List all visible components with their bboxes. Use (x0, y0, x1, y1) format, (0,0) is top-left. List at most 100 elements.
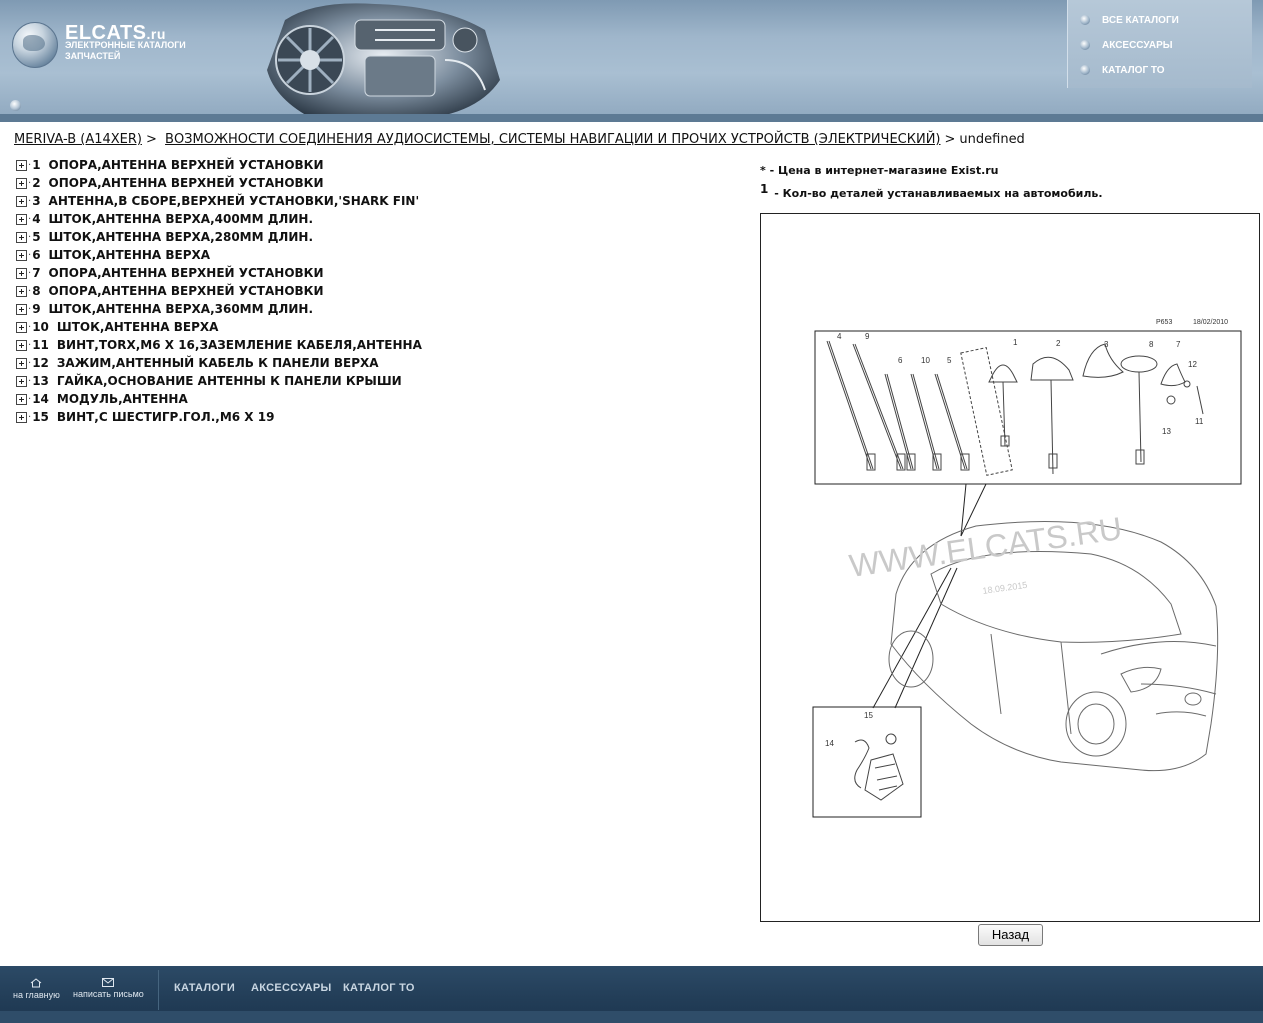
diagram-drawing: P653 18/02/2010 4 9 6 10 5 1 2 3 8 7 12 … (812, 319, 1242, 818)
part-row[interactable]: · 13 ГАЙКА,ОСНОВАНИЕ АНТЕННЫ К ПАНЕЛИ КРЫШ… (16, 372, 422, 390)
part-number: 8 (32, 284, 41, 298)
expand-icon[interactable] (16, 303, 27, 315)
price-note: * - Цена в интернет-магазине Exist.ru (760, 164, 999, 177)
tree-connector: · (28, 375, 32, 387)
part-name: АНТЕННА,В СБОРЕ,ВЕРХНЕЙ УСТАНОВКИ,'SHARK… (48, 194, 420, 208)
callout-14: 14 (825, 739, 834, 748)
part-row[interactable]: · 15 ВИНТ,С ШЕСТИГР.ГОЛ.,М6 Х 19 (16, 408, 422, 426)
part-row[interactable]: · 10 ШТОК,АНТЕННА ВЕРХА (16, 318, 422, 336)
callout-4: 4 (837, 332, 842, 341)
expand-icon[interactable] (16, 393, 27, 405)
quantity-note-mark: 1 (760, 182, 769, 196)
expand-icon[interactable] (16, 195, 27, 207)
quantity-note-text: - Кол-во деталей устанавливаемых на авто… (770, 187, 1103, 200)
callout-10: 10 (921, 356, 930, 365)
part-number: 12 (32, 356, 49, 370)
callout-15: 15 (864, 711, 873, 720)
part-number: 11 (32, 338, 49, 352)
quantity-note: 1 - Кол-во деталей устанавливаемых на ав… (760, 182, 1103, 200)
tree-connector: · (28, 231, 32, 243)
header-band (0, 114, 1263, 122)
top-menu-label: ВСЕ КАТАЛОГИ (1102, 14, 1179, 26)
envelope-icon (102, 978, 115, 987)
tree-connector: · (28, 195, 32, 207)
callout-9: 9 (865, 332, 870, 341)
callout-5: 5 (947, 356, 952, 365)
part-name: ОПОРА,АНТЕННА ВЕРХНЕЙ УСТАНОВКИ (48, 284, 324, 298)
part-row[interactable]: · 2 ОПОРА,АНТЕННА ВЕРХНЕЙ УСТАНОВКИ (16, 174, 422, 192)
part-number: 15 (32, 410, 49, 424)
expand-icon[interactable] (16, 339, 27, 351)
diagram-code: P653 (1156, 319, 1172, 326)
bullet-icon (1080, 40, 1090, 50)
part-name: ВИНТ,TORX,М6 Х 16,ЗАЗЕМЛЕНИЕ КАБЕЛЯ,АНТЕ… (56, 338, 422, 352)
part-row[interactable]: · 8 ОПОРА,АНТЕННА ВЕРХНЕЙ УСТАНОВКИ (16, 282, 422, 300)
diagram-watermark-date: 18.09.2015 (982, 580, 1028, 596)
part-name: ВИНТ,С ШЕСТИГР.ГОЛ.,М6 Х 19 (56, 410, 275, 424)
callout-6: 6 (898, 356, 903, 365)
footer-nav-service-catalog[interactable]: КАТАЛОГ ТО (343, 982, 415, 994)
breadcrumb-group-link[interactable]: ВОЗМОЖНОСТИ СОЕДИНЕНИЯ АУДИОСИСТЕМЫ, СИС… (165, 132, 940, 147)
part-number: 9 (32, 302, 41, 316)
footer-nav-accessories[interactable]: АКСЕССУАРЫ (251, 982, 332, 994)
breadcrumb-model-link[interactable]: MERIVA-B (A14XER) (14, 132, 142, 147)
part-name: ЗАЖИМ,АНТЕННЫЙ КАБЕЛЬ К ПАНЕЛИ ВЕРХА (56, 356, 379, 370)
expand-icon[interactable] (16, 375, 27, 387)
diagram-date: 18/02/2010 (1193, 319, 1228, 326)
parts-list: · 1 ОПОРА,АНТЕННА ВЕРХНЕЙ УСТАНОВКИ · 2 ОПОРА… (16, 156, 422, 426)
expand-icon[interactable] (16, 249, 27, 261)
top-menu-service-catalog[interactable]: КАТАЛОГ ТО (1080, 62, 1165, 78)
footer-nav-catalogs[interactable]: КАТАЛОГИ (174, 982, 235, 994)
home-bullet-icon[interactable] (10, 100, 21, 111)
footer-mail-label: написать письмо (73, 989, 144, 999)
part-row[interactable]: · 14 МОДУЛЬ,АНТЕННА (16, 390, 422, 408)
tree-connector: · (28, 357, 32, 369)
part-row[interactable]: · 11 ВИНТ,TORX,М6 Х 16,ЗАЗЕМЛЕНИЕ КАБЕЛЯ,А… (16, 336, 422, 354)
callout-11: 11 (1195, 417, 1204, 426)
tree-connector: · (28, 339, 32, 351)
footer-home-link[interactable]: на главную (13, 978, 60, 1000)
part-row[interactable]: · 9 ШТОК,АНТЕННА ВЕРХА,360ММ ДЛИН. (16, 300, 422, 318)
part-number: 10 (32, 320, 49, 334)
part-number: 14 (32, 392, 49, 406)
part-row[interactable]: · 5 ШТОК,АНТЕННА ВЕРХА,280ММ ДЛИН. (16, 228, 422, 246)
part-number: 7 (32, 266, 41, 280)
expand-icon[interactable] (16, 177, 27, 189)
expand-icon[interactable] (16, 285, 27, 297)
part-name: ОПОРА,АНТЕННА ВЕРХНЕЙ УСТАНОВКИ (48, 158, 324, 172)
part-row[interactable]: · 4 ШТОК,АНТЕННА ВЕРХА,400ММ ДЛИН. (16, 210, 422, 228)
footer-divider (158, 970, 159, 1010)
part-number: 4 (32, 212, 41, 226)
tree-connector: · (28, 303, 32, 315)
bullet-icon (1080, 65, 1090, 75)
top-menu-accessories[interactable]: АКСЕССУАРЫ (1080, 37, 1173, 53)
engine-banner-image (267, 3, 500, 120)
part-row[interactable]: · 7 ОПОРА,АНТЕННА ВЕРХНЕЙ УСТАНОВКИ (16, 264, 422, 282)
expand-icon[interactable] (16, 321, 27, 333)
footer-mail-link[interactable]: написать письмо (73, 978, 144, 999)
tree-connector: · (28, 249, 32, 261)
top-menu-all-catalogs[interactable]: ВСЕ КАТАЛОГИ (1080, 12, 1179, 28)
expand-icon[interactable] (16, 213, 27, 225)
expand-icon[interactable] (16, 231, 27, 243)
part-row[interactable]: · 12 ЗАЖИМ,АНТЕННЫЙ КАБЕЛЬ К ПАНЕЛИ ВЕРХА (16, 354, 422, 372)
price-note-text: - Цена в интернет-магазине Exist.ru (765, 164, 999, 177)
part-number: 6 (32, 248, 41, 262)
part-name: ШТОК,АНТЕННА ВЕРХА,360ММ ДЛИН. (48, 302, 314, 316)
back-button[interactable]: Назад (978, 924, 1043, 946)
breadcrumb-separator: > (145, 132, 157, 147)
site-header: ELCATS.ru ЭЛЕКТРОННЫЕ КАТАЛОГИ ЗАПЧАСТЕЙ (0, 0, 1263, 122)
expand-icon[interactable] (16, 357, 27, 369)
globe-logo-icon[interactable] (12, 22, 58, 68)
part-row[interactable]: · 3 АНТЕННА,В СБОРЕ,ВЕРХНЕЙ УСТАНОВКИ,'SHA… (16, 192, 422, 210)
tree-connector: · (28, 213, 32, 225)
part-row[interactable]: · 6 ШТОК,АНТЕННА ВЕРХА (16, 246, 422, 264)
callout-13: 13 (1162, 427, 1171, 436)
expand-icon[interactable] (16, 411, 27, 423)
part-number: 13 (32, 374, 49, 388)
breadcrumb-separator: > (944, 132, 956, 147)
part-name: ОПОРА,АНТЕННА ВЕРХНЕЙ УСТАНОВКИ (48, 176, 324, 190)
expand-icon[interactable] (16, 159, 27, 171)
expand-icon[interactable] (16, 267, 27, 279)
part-row[interactable]: · 1 ОПОРА,АНТЕННА ВЕРХНЕЙ УСТАНОВКИ (16, 156, 422, 174)
